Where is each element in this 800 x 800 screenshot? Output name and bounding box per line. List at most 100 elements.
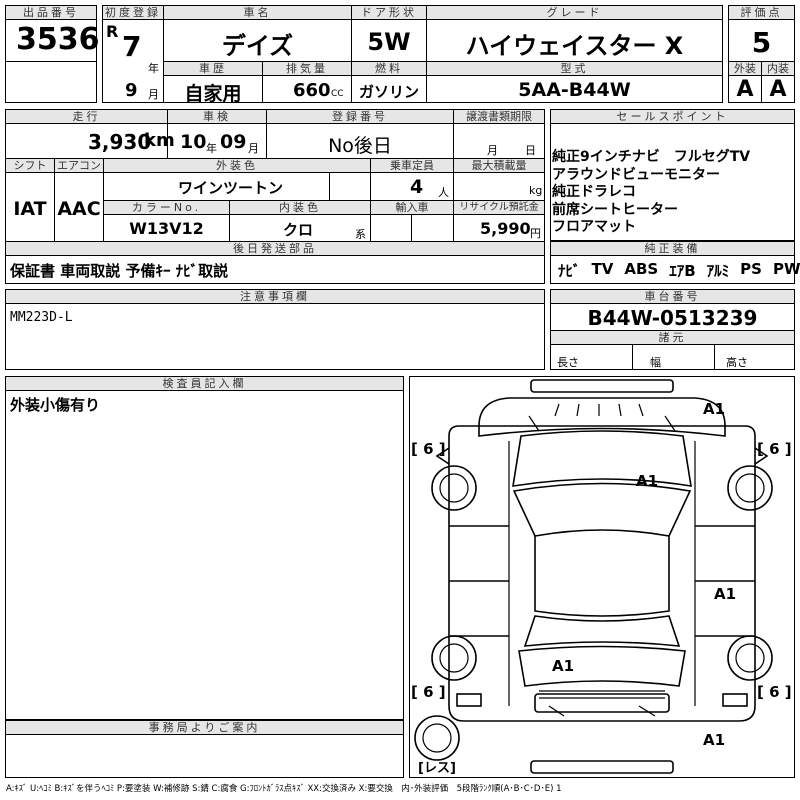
damage-mark: A1 [636, 472, 659, 490]
inspector-value: 外装小傷有り [10, 396, 101, 414]
inspection-year: 10 [180, 131, 207, 153]
ext-score-header: 外装 [728, 61, 762, 76]
roof-front-outline [512, 482, 692, 537]
equipment-list: ﾅﾋﾞ TV ABS ｴｱB ｱﾙﾐ PS PW [558, 260, 800, 281]
registration-header: 登録番号 [266, 109, 454, 124]
grille-lines [554, 403, 644, 417]
history-value: 自家用 [184, 83, 242, 105]
ext-score-value: A [736, 77, 754, 102]
inspector-box [5, 390, 404, 720]
windshield-outline [512, 430, 692, 487]
office-header: 事務局よりご案内 [5, 720, 404, 735]
model-value: 5AA-B44W [518, 79, 631, 101]
import-box [370, 214, 412, 242]
tire-depth-rear-right: [ 6 ] [757, 683, 792, 701]
damage-mark: A1 [703, 731, 726, 749]
ext-color-main: ツートン [223, 179, 284, 197]
ext-color-value: ワインツートン [178, 177, 283, 198]
max-load-unit: kg [529, 184, 543, 197]
inspector-header: 検査員記入欄 [5, 376, 404, 391]
inspection-header: 車検 [167, 109, 267, 124]
wheel-rear-right [727, 635, 773, 681]
car-diagram [414, 379, 773, 774]
mileage-header: 走行 [5, 109, 168, 124]
notes-value: MM223D-L [10, 310, 73, 325]
registration-value: No後日 [328, 135, 392, 157]
model-header: 型式 [426, 61, 723, 76]
int-color-unit: 系 [355, 228, 366, 241]
later-parts-value: 保証書 車両取説 予備ｷｰ ﾅﾋﾞ取説 [10, 262, 229, 280]
cc-unit: CC [331, 89, 344, 99]
equipment-item: ｱﾙﾐ [706, 262, 730, 280]
transfer-month: 月 [487, 144, 498, 157]
height-label: 高さ [726, 356, 748, 369]
first-reg-year-unit: 年 [148, 62, 159, 75]
car-name-header: 車名 [163, 5, 352, 20]
displacement-header: 排気量 [262, 61, 352, 76]
damage-mark: A1 [703, 400, 726, 418]
tire-depth-front-right: [ 6 ] [757, 440, 792, 458]
length-label: 長さ [557, 356, 579, 369]
lot-no-blank [5, 61, 97, 103]
ext-color-header: 外装色 [103, 158, 371, 173]
tire-depth-rear-left: [ 6 ] [411, 683, 446, 701]
recycle-value: 5,990 [480, 219, 531, 238]
later-parts-header: 後日発送部品 [5, 241, 545, 256]
spare-tire-status: [レス] [418, 761, 456, 776]
capacity-value: 4 [410, 176, 424, 198]
first-reg-month-unit: 月 [148, 88, 159, 101]
mileage-value: 3,930 [88, 130, 152, 154]
dims-header: 諸元 [550, 330, 795, 345]
import-box-2 [411, 214, 454, 242]
int-color-value: クロ [283, 221, 314, 239]
fuel-header: 燃料 [351, 61, 427, 76]
int-score-value: A [769, 77, 787, 102]
rear-roof-outline [523, 615, 681, 647]
equipment-item: TV [591, 260, 614, 278]
first-reg-month: 9 [125, 80, 138, 101]
side-lines [508, 441, 696, 706]
door-header: ドア形状 [351, 5, 427, 20]
sales-point-item: フロアマット [552, 219, 636, 235]
sales-point-list: 純正9インチナビ フルセグTV アラウンドビューモニター 純正ドラレコ 前席シー… [552, 149, 750, 237]
equipment-item: PS [740, 260, 762, 278]
inspection-month-unit: 月 [248, 142, 259, 155]
int-color-header: 内装色 [229, 200, 371, 215]
recycle-unit: 円 [530, 227, 541, 240]
score-value: 5 [751, 26, 772, 59]
spare-tire [414, 715, 460, 761]
lot-no-value: 3536 [16, 22, 100, 57]
grade-header: グレード [426, 5, 723, 20]
office-box [5, 734, 404, 778]
displacement-value: 660 [293, 80, 331, 101]
sales-point-item: 純正9インチナビ フルセグTV [552, 149, 751, 165]
first-reg-header: 初度登録 [102, 5, 164, 20]
shift-value: IAT [13, 198, 47, 220]
aircon-value: AAC [57, 198, 101, 220]
color-no-value: W13V12 [129, 219, 204, 238]
body-outline [448, 425, 756, 722]
chassis-value: B44W-0513239 [587, 306, 758, 330]
equipment-item: ABS [624, 260, 659, 278]
rear-bumper-outline [530, 760, 674, 774]
damage-mark: A1 [714, 585, 737, 603]
equipment-item: ﾅﾋﾞ [558, 262, 581, 280]
transfer-day: 日 [525, 144, 536, 157]
notes-header: 注意事項欄 [5, 289, 545, 304]
ext-color-prefix: ワイン [178, 179, 224, 197]
wheel-front-right [727, 465, 773, 511]
wheel-rear-left [431, 635, 477, 681]
shift-header: シフト [5, 158, 55, 173]
mirror-outline [435, 447, 769, 465]
sales-point-item: アラウンドビューモニター [552, 166, 720, 183]
recycle-header: リサイクル預託金 [453, 200, 545, 215]
grade-value: ハイウェイスター X [465, 32, 684, 60]
equipment-header: 純正装備 [550, 241, 795, 256]
ext-color-box-2 [329, 172, 371, 201]
rear-glass-outline [518, 645, 686, 687]
max-load-header: 最大積載量 [453, 158, 545, 173]
first-reg-era: R [106, 22, 119, 41]
import-header: 輸入車 [370, 200, 454, 215]
tire-depth-front-left: [ 6 ] [411, 440, 446, 458]
fuel-value: ガソリン [358, 83, 419, 101]
